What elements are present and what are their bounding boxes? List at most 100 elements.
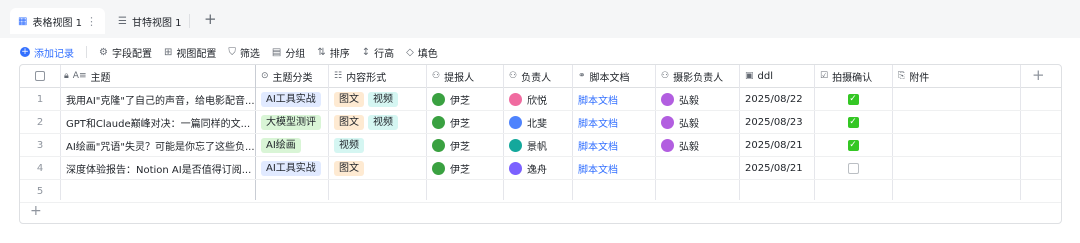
category-cell[interactable]: AI工具实战 [255,88,328,110]
attachment-cell[interactable] [892,180,1020,202]
format-cell[interactable]: 视频 [328,134,426,156]
script-cell[interactable]: 脚本文档 [572,134,655,156]
script-link[interactable]: 脚本文档 [578,115,618,130]
owner-cell[interactable]: 北斐 [503,111,572,133]
reporter-cell[interactable] [426,180,503,202]
confirm-cell[interactable] [814,180,892,202]
photographer-cell[interactable] [655,180,739,202]
more-icon[interactable]: ⋮ [86,15,97,28]
column-header-photographer[interactable]: ⚇ 摄影负责人 [655,65,739,87]
owner-cell[interactable]: 景帆 [503,134,572,156]
script-cell[interactable]: 脚本文档 [572,88,655,110]
ddl-cell[interactable]: 2025/08/22 [739,88,814,110]
add-column-button[interactable]: + [1032,66,1045,84]
row-number-cell[interactable]: 4 [20,157,60,179]
photographer-cell[interactable]: 弘毅 [655,111,739,133]
format-cell[interactable]: 图文 视频 [328,88,426,110]
title-cell[interactable]: AI绘画"咒语"失灵？可能是你忘了这些负... [60,134,255,156]
column-label: 主题 [90,72,111,84]
column-header-ddl[interactable]: ▣ ddl [739,65,814,87]
filter-button[interactable]: ⛉ 筛选 [228,45,260,60]
ddl-cell[interactable]: 2025/08/21 [739,134,814,156]
column-header-reporter[interactable]: ⚇ 提报人 [426,65,503,87]
attachment-cell[interactable] [892,111,1020,133]
column-header-attachment[interactable]: ⎘ 附件 [892,65,1020,87]
photographer-cell[interactable]: 弘毅 [655,134,739,156]
confirm-checkbox[interactable]: ✓ [847,93,859,105]
reporter-cell[interactable]: 伊芝 [426,111,503,133]
reporter-name: 伊芝 [450,95,470,107]
category-cell[interactable]: AI绘画 [255,134,328,156]
confirm-cell[interactable]: ✓ [814,111,892,133]
ddl-cell[interactable] [739,180,814,202]
row-number-cell[interactable]: 1 [20,88,60,110]
photographer-cell[interactable] [655,157,739,179]
script-link[interactable]: 脚本文档 [578,138,618,153]
confirm-cell[interactable] [814,157,892,179]
category-cell[interactable] [255,180,328,202]
paperclip-icon: ⎘ [898,71,906,81]
row-number-cell[interactable]: 5 [20,180,60,202]
column-header-format[interactable]: ☷ 内容形式 [328,65,426,87]
view-config-button[interactable]: ⊞ 视图配置 [164,45,216,60]
format-cell[interactable]: 图文 视频 [328,111,426,133]
lock-icon: 🔒︎ [64,71,69,81]
ddl-cell[interactable]: 2025/08/23 [739,111,814,133]
confirm-cell[interactable]: ✓ [814,88,892,110]
attachment-cell[interactable] [892,157,1020,179]
attachment-cell[interactable] [892,88,1020,110]
row-number-cell[interactable]: 2 [20,111,60,133]
script-cell[interactable] [572,180,655,202]
title-cell[interactable]: GPT和Claude巅峰对决：一篇同样的文... [60,111,255,133]
row-height-button[interactable]: ↕ 行高 [362,45,394,60]
script-link[interactable]: 脚本文档 [578,161,618,176]
script-cell[interactable]: 脚本文档 [572,157,655,179]
avatar [432,115,445,129]
add-row-button[interactable]: + [30,203,42,219]
select-all-checkbox[interactable] [35,71,45,81]
owner-cell[interactable] [503,180,572,202]
confirm-checkbox[interactable]: ✓ [847,139,859,151]
tab-table-view[interactable]: ▦ 表格视图 1 ⋮ [10,8,105,34]
reporter-cell[interactable]: 伊芝 [426,134,503,156]
format-cell[interactable] [328,180,426,202]
column-header-script[interactable]: ⚭ 脚本文档 [572,65,655,87]
confirm-checkbox[interactable]: ✓ [847,116,859,128]
attachment-cell[interactable] [892,134,1020,156]
field-config-button[interactable]: ⚙ 字段配置 [99,45,152,60]
column-label: 摄影负责人 [673,72,724,84]
fill-color-button[interactable]: ◇ 填色 [406,45,438,60]
add-record-button[interactable]: + 添加记录 [20,45,74,60]
category-cell[interactable]: 大模型测评 [255,111,328,133]
script-cell[interactable]: 脚本文档 [572,111,655,133]
row-number-cell[interactable]: 3 [20,134,60,156]
photographer-cell[interactable]: 弘毅 [655,88,739,110]
row-number: 1 [36,93,44,105]
script-link[interactable]: 脚本文档 [578,92,618,107]
column-header-owner[interactable]: ⚇ 负责人 [503,65,572,87]
title-cell[interactable]: 深度体验报告：Notion AI是否值得订阅... [60,157,255,179]
title-cell[interactable] [60,180,255,202]
owner-cell[interactable]: 欣悦 [503,88,572,110]
confirm-cell[interactable]: ✓ [814,134,892,156]
title-cell[interactable]: 我用AI"克隆"了自己的声音，给电影配音... [60,88,255,110]
confirm-checkbox[interactable] [847,162,859,174]
person-icon: ⚇ [661,71,670,81]
ddl-cell[interactable]: 2025/08/21 [739,157,814,179]
format-cell[interactable]: 图文 [328,157,426,179]
owner-name: 北斐 [527,118,547,130]
add-view-button[interactable]: + [204,10,217,28]
avatar [661,92,674,106]
sort-button[interactable]: ⇅ 排序 [317,45,349,60]
group-button[interactable]: ▤ 分组 [272,45,305,60]
reporter-cell[interactable]: 伊芝 [426,157,503,179]
tab-gantt-view[interactable]: ☰ 甘特视图 1 [118,8,182,34]
column-header-category[interactable]: ⊙ 主题分类 [255,65,328,87]
title-text: GPT和Claude巅峰对决：一篇同样的文... [66,118,251,130]
column-header-confirm[interactable]: ☑ 拍摄确认 [814,65,892,87]
gantt-icon: ☰ [118,15,127,27]
owner-cell[interactable]: 逸舟 [503,157,572,179]
category-cell[interactable]: AI工具实战 [255,157,328,179]
column-header-title[interactable]: 🔒︎ A≡ 主题 [60,65,255,87]
reporter-cell[interactable]: 伊芝 [426,88,503,110]
